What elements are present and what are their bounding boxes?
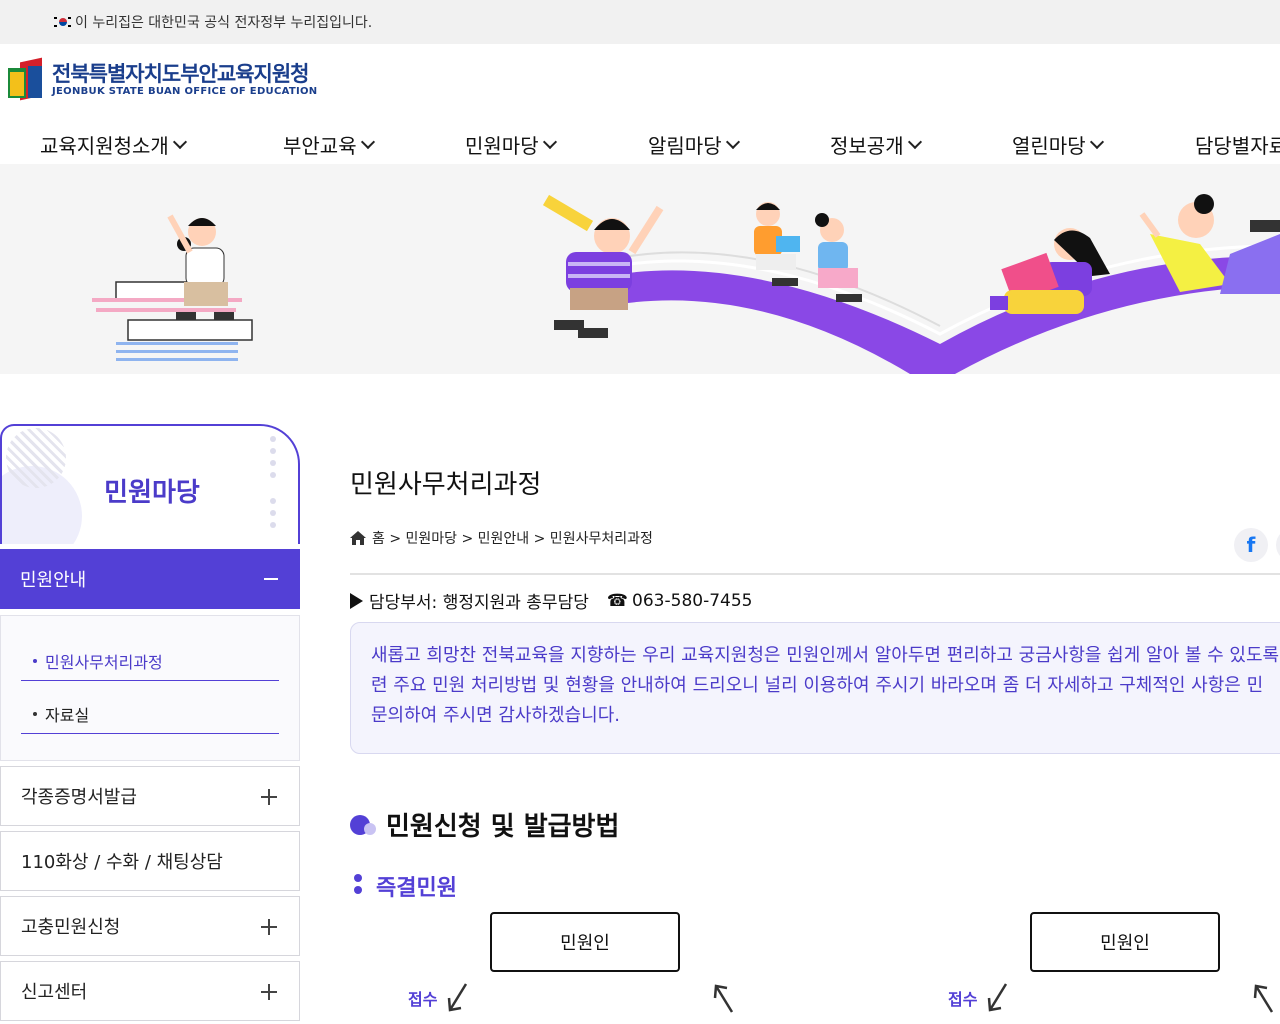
hero-banner bbox=[0, 164, 1280, 374]
intro-line: 문의하여 주시면 감사하겠습니다. bbox=[371, 705, 621, 726]
intro-line: 새롭고 희망찬 전북교육을 지향하는 우리 교육지원청은 민원인께서 알아두면 … bbox=[371, 645, 1280, 666]
chevron-down-icon bbox=[360, 134, 375, 149]
page-title: 민원사무처리과정 bbox=[350, 470, 542, 500]
subsection-heading: 즉결민원 bbox=[354, 870, 457, 902]
expand-plus-icon bbox=[261, 789, 277, 805]
sidebar-subitem-process[interactable]: 민원사무처리과정 bbox=[21, 641, 279, 681]
gov-notice-text: 이 누리집은 대한민국 공식 전자정부 누리집입니다. bbox=[75, 15, 373, 31]
nav-item-open-forum[interactable]: 열린마당 bbox=[1012, 130, 1104, 159]
nav-item-buan-education[interactable]: 부안교육 bbox=[283, 130, 375, 159]
intro-line: 련 주요 민원 처리방법 및 현황을 안내하여 드리오니 널리 이용하여 주시기… bbox=[371, 675, 1264, 696]
sidebar-submenu: 민원사무처리과정 자료실 bbox=[0, 615, 300, 761]
expand-plus-icon bbox=[261, 919, 277, 935]
phone-icon: ☎ bbox=[606, 590, 629, 611]
bubble-icon bbox=[350, 813, 378, 837]
sidebar-subitem-archive[interactable]: 자료실 bbox=[21, 694, 279, 734]
arrow-down-left-icon bbox=[447, 983, 468, 1012]
nav-item-civil-service[interactable]: 민원마당 bbox=[465, 130, 557, 159]
expand-plus-icon bbox=[261, 984, 277, 1000]
sidebar-item-civil-guide[interactable]: 민원안내 bbox=[0, 549, 300, 609]
chevron-down-icon bbox=[725, 134, 740, 149]
title-divider bbox=[350, 573, 1280, 575]
sidebar-item-report-center[interactable]: 신고센터 bbox=[0, 961, 300, 1021]
breadcrumb: 홈 > 민원마당 > 민원안내 > 민원사무처리과정 bbox=[350, 528, 653, 548]
gov-notice-bar: 이 누리집은 대한민국 공식 전자정부 누리집입니다. bbox=[0, 0, 1280, 44]
collapse-minus-icon bbox=[264, 578, 278, 580]
site-header: 전북특별자치도부안교육지원청 JEONBUK STATE BUAN OFFICE… bbox=[0, 44, 1280, 114]
intro-box: 새롭고 희망찬 전북교육을 지향하는 우리 교육지원청은 민원인께서 알아두면 … bbox=[350, 622, 1280, 754]
logo-name-ko: 전북특별자치도부안교육지원청 bbox=[52, 61, 309, 86]
logo-name-en: JEONBUK STATE BUAN OFFICE OF EDUCATION bbox=[52, 85, 318, 97]
department-info: 담당부서: 행정지원과 총무담당 ☎ 063-580-7455 bbox=[350, 588, 752, 613]
home-icon[interactable] bbox=[350, 531, 366, 545]
breadcrumb-text: 홈 > 민원마당 > 민원안내 > 민원사무처리과정 bbox=[372, 531, 653, 547]
nav-item-about[interactable]: 교육지원청소개 bbox=[40, 130, 187, 159]
triangle-right-icon bbox=[350, 592, 363, 609]
sidebar-item-110-consult[interactable]: 110화상 / 수화 / 채팅상담 bbox=[0, 831, 300, 891]
nav-item-department-data[interactable]: 담당별자료 bbox=[1195, 130, 1280, 159]
flow-box-applicant: 민원인 bbox=[490, 912, 680, 972]
bullet-icon bbox=[33, 711, 37, 716]
flow-label-receipt: 접수 bbox=[408, 990, 438, 1009]
section-heading: 민원신청 및 발급방법 bbox=[350, 806, 619, 843]
main-nav: 교육지원청소개 부안교육 민원마당 알림마당 정보공개 열린마당 담당별자료 bbox=[0, 124, 1280, 164]
site-logo[interactable]: 전북특별자치도부안교육지원청 JEONBUK STATE BUAN OFFICE… bbox=[8, 57, 318, 101]
logo-mark-icon bbox=[8, 57, 46, 101]
bullet-icon bbox=[33, 658, 37, 663]
chevron-down-icon bbox=[542, 134, 557, 149]
korea-flag-icon bbox=[54, 16, 71, 28]
dots-icon bbox=[354, 874, 362, 898]
sidebar-title-box: 민원마당 bbox=[0, 424, 300, 544]
arrow-up-left-icon bbox=[713, 984, 734, 1013]
arrow-down-left-icon bbox=[987, 983, 1008, 1012]
flow-label-receipt: 접수 bbox=[948, 990, 978, 1009]
nav-item-news[interactable]: 알림마당 bbox=[648, 130, 740, 159]
sidebar-item-certificates[interactable]: 각종증명서발급 bbox=[0, 766, 300, 826]
banner-illustration bbox=[92, 194, 1280, 374]
chevron-down-icon bbox=[907, 134, 922, 149]
facebook-share-icon[interactable]: f bbox=[1234, 528, 1268, 562]
share-icon[interactable] bbox=[1276, 528, 1280, 562]
sidebar-item-grievance[interactable]: 고충민원신청 bbox=[0, 896, 300, 956]
chevron-down-icon bbox=[1089, 134, 1104, 149]
nav-item-disclosure[interactable]: 정보공개 bbox=[830, 130, 922, 159]
department-phone: 063-580-7455 bbox=[632, 590, 753, 611]
sidebar-title: 민원마당 bbox=[104, 478, 200, 508]
flow-box-applicant: 민원인 bbox=[1030, 912, 1220, 972]
department-label: 담당부서: 행정지원과 총무담당 bbox=[369, 593, 589, 613]
chevron-down-icon bbox=[172, 134, 187, 149]
arrow-up-left-icon bbox=[1253, 984, 1274, 1013]
